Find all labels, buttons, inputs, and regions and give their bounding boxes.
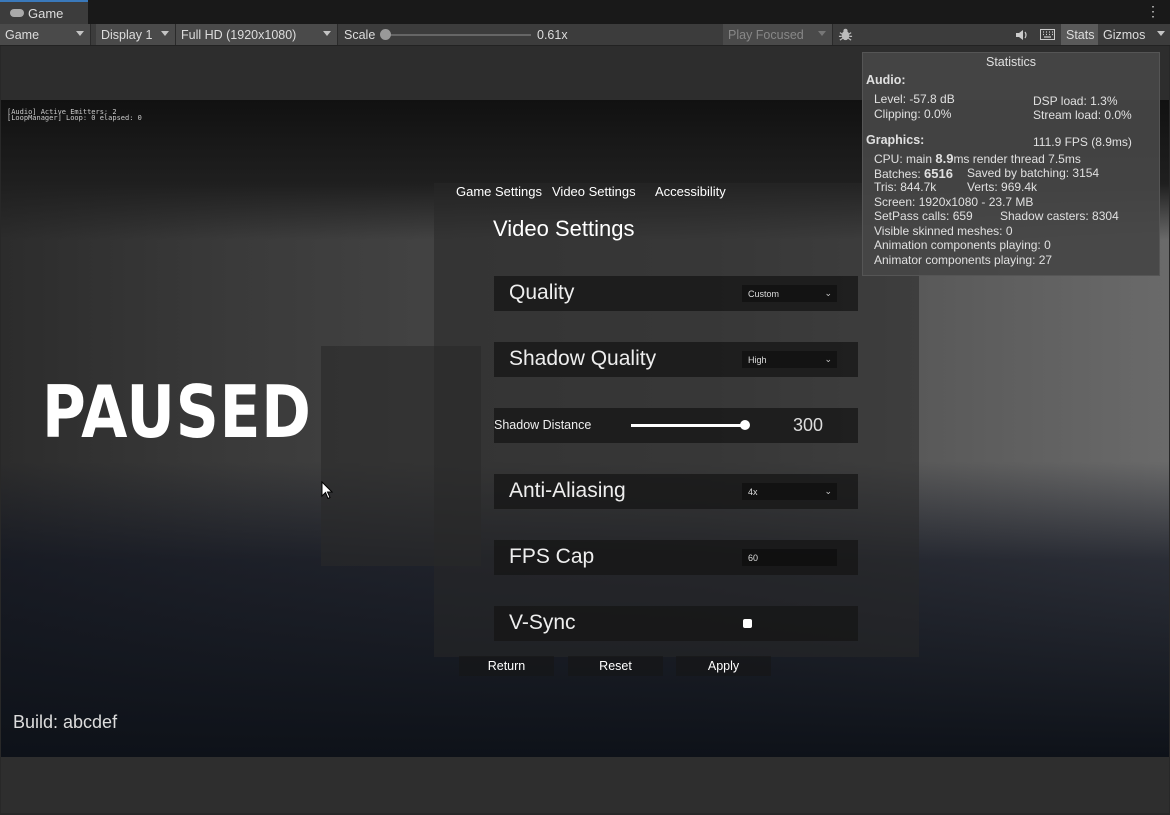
shadow-distance-slider-handle[interactable] xyxy=(740,420,750,430)
chevron-down-icon xyxy=(323,31,331,36)
verts: Verts: 969.4k xyxy=(967,180,1038,194)
stream-load: Stream load: 0.0% xyxy=(1033,108,1132,122)
game-view-footer xyxy=(1,757,1169,813)
anti-aliasing-dropdown[interactable]: 4x ⌄ xyxy=(742,483,837,500)
editor-tab-bar: Game ⋮ xyxy=(0,0,1170,24)
screen-info: Screen: 1920x1080 - 23.7 MB xyxy=(874,195,1034,209)
shadow-casters: Shadow casters: 8304 xyxy=(1000,209,1119,223)
mouse-cursor-icon xyxy=(321,480,334,505)
anti-aliasing-row: Anti-Aliasing 4x ⌄ xyxy=(494,474,858,509)
chevron-down-icon xyxy=(161,31,169,36)
shadow-distance-value: 300 xyxy=(793,415,824,435)
quality-value: Custom xyxy=(748,288,780,299)
scale-label: Scale xyxy=(344,27,376,42)
gizmos-dropdown[interactable] xyxy=(1152,24,1170,45)
debug-overlay-loop: [LoopManager] Loop: 0 elapsed: 0 xyxy=(7,114,142,122)
gamepad-icon xyxy=(10,9,24,17)
vsync-checkbox[interactable] xyxy=(743,619,752,628)
scale-value: 0.61x xyxy=(537,27,568,42)
audio-mute-icon[interactable] xyxy=(1010,24,1032,45)
vsync-label: V-Sync xyxy=(509,611,576,634)
keyboard-icon[interactable] xyxy=(1035,24,1059,45)
more-options-icon[interactable]: ⋮ xyxy=(1146,3,1160,20)
shadow-distance-label: Shadow Distance xyxy=(494,418,592,432)
audio-clipping: Clipping: 0.0% xyxy=(874,107,952,121)
shadow-quality-row: Shadow Quality High ⌄ xyxy=(494,342,858,377)
fps-cap-input[interactable]: 60 xyxy=(742,549,837,566)
resolution-dropdown[interactable]: Full HD (1920x1080) xyxy=(176,24,338,45)
tab-accessibility[interactable]: Accessibility xyxy=(655,184,726,199)
chevron-down-icon: ⌄ xyxy=(824,288,832,298)
chevron-down-icon xyxy=(1157,31,1165,36)
play-mode-dropdown[interactable]: Play Focused xyxy=(723,24,833,45)
game-toolbar: Game Display 1 Full HD (1920x1080) Scale… xyxy=(0,24,1170,46)
shadow-quality-dropdown[interactable]: High ⌄ xyxy=(742,351,837,368)
paused-title: PAUSED xyxy=(42,370,312,454)
chevron-down-icon: ⌄ xyxy=(824,486,832,496)
view-mode-label: Game xyxy=(5,27,40,42)
scale-slider-track[interactable] xyxy=(385,34,531,36)
quality-label: Quality xyxy=(509,281,575,304)
bug-icon[interactable] xyxy=(835,24,859,45)
shadow-distance-row: Shadow Distance 300 xyxy=(494,408,858,443)
display-dropdown[interactable]: Display 1 xyxy=(96,24,176,45)
scale-slider-handle[interactable] xyxy=(380,29,391,40)
animator-components: Animator components playing: 27 xyxy=(874,253,1053,267)
audio-header: Audio: xyxy=(866,73,906,87)
stats-toggle-button[interactable]: Stats xyxy=(1061,24,1098,45)
reset-button[interactable]: Reset xyxy=(568,656,663,676)
build-label: Build: abcdef xyxy=(13,712,118,732)
tab-game-settings[interactable]: Game Settings xyxy=(456,184,542,199)
tris: Tris: 844.7k xyxy=(874,180,937,194)
chevron-down-icon xyxy=(818,31,826,36)
animation-components: Animation components playing: 0 xyxy=(874,238,1051,252)
tab-label: Game xyxy=(28,5,64,21)
tab-video-settings[interactable]: Video Settings xyxy=(552,184,636,199)
fps-cap-label: FPS Cap xyxy=(509,545,595,568)
resolution-label: Full HD (1920x1080) xyxy=(181,27,297,42)
video-settings-title: Video Settings xyxy=(493,216,635,241)
saved-by-batching: Saved by batching: 3154 xyxy=(967,166,1100,180)
play-mode-label: Play Focused xyxy=(728,27,804,42)
audio-level: Level: -57.8 dB xyxy=(874,92,955,106)
chevron-down-icon xyxy=(76,31,84,36)
cpu-time: CPU: main 8.9ms render thread 7.5ms xyxy=(874,151,1081,166)
fps-cap-value: 60 xyxy=(748,552,759,563)
tab-game[interactable]: Game xyxy=(0,0,88,24)
display-label: Display 1 xyxy=(101,27,153,42)
vsync-row: V-Sync xyxy=(494,606,858,641)
shadow-quality-label: Shadow Quality xyxy=(509,347,657,370)
anti-aliasing-label: Anti-Aliasing xyxy=(509,479,626,502)
statistics-panel: Statistics Audio: Level: -57.8 dB DSP lo… xyxy=(862,52,1160,276)
batches: Batches: 6516 xyxy=(874,166,953,181)
fps-cap-row: FPS Cap 60 xyxy=(494,540,858,575)
view-mode-dropdown[interactable]: Game xyxy=(0,24,91,45)
setpass-calls: SetPass calls: 659 xyxy=(874,209,973,223)
shadow-quality-value: High xyxy=(748,354,767,365)
quality-dropdown[interactable]: Custom ⌄ xyxy=(742,285,837,302)
quality-row: Quality Custom ⌄ xyxy=(494,276,858,311)
gizmos-toggle-button[interactable]: Gizmos xyxy=(1098,24,1152,45)
apply-button[interactable]: Apply xyxy=(676,656,771,676)
visible-skinned-meshes: Visible skinned meshes: 0 xyxy=(874,224,1013,238)
graphics-header: Graphics: xyxy=(866,133,925,147)
chevron-down-icon: ⌄ xyxy=(824,354,832,364)
return-button[interactable]: Return xyxy=(459,656,554,676)
fps-readout: 111.9 FPS (8.9ms) xyxy=(1033,135,1132,149)
statistics-title: Statistics xyxy=(985,55,1036,69)
shadow-distance-slider[interactable] xyxy=(631,424,745,427)
dsp-load: DSP load: 1.3% xyxy=(1033,94,1118,108)
anti-aliasing-value: 4x xyxy=(748,486,758,497)
